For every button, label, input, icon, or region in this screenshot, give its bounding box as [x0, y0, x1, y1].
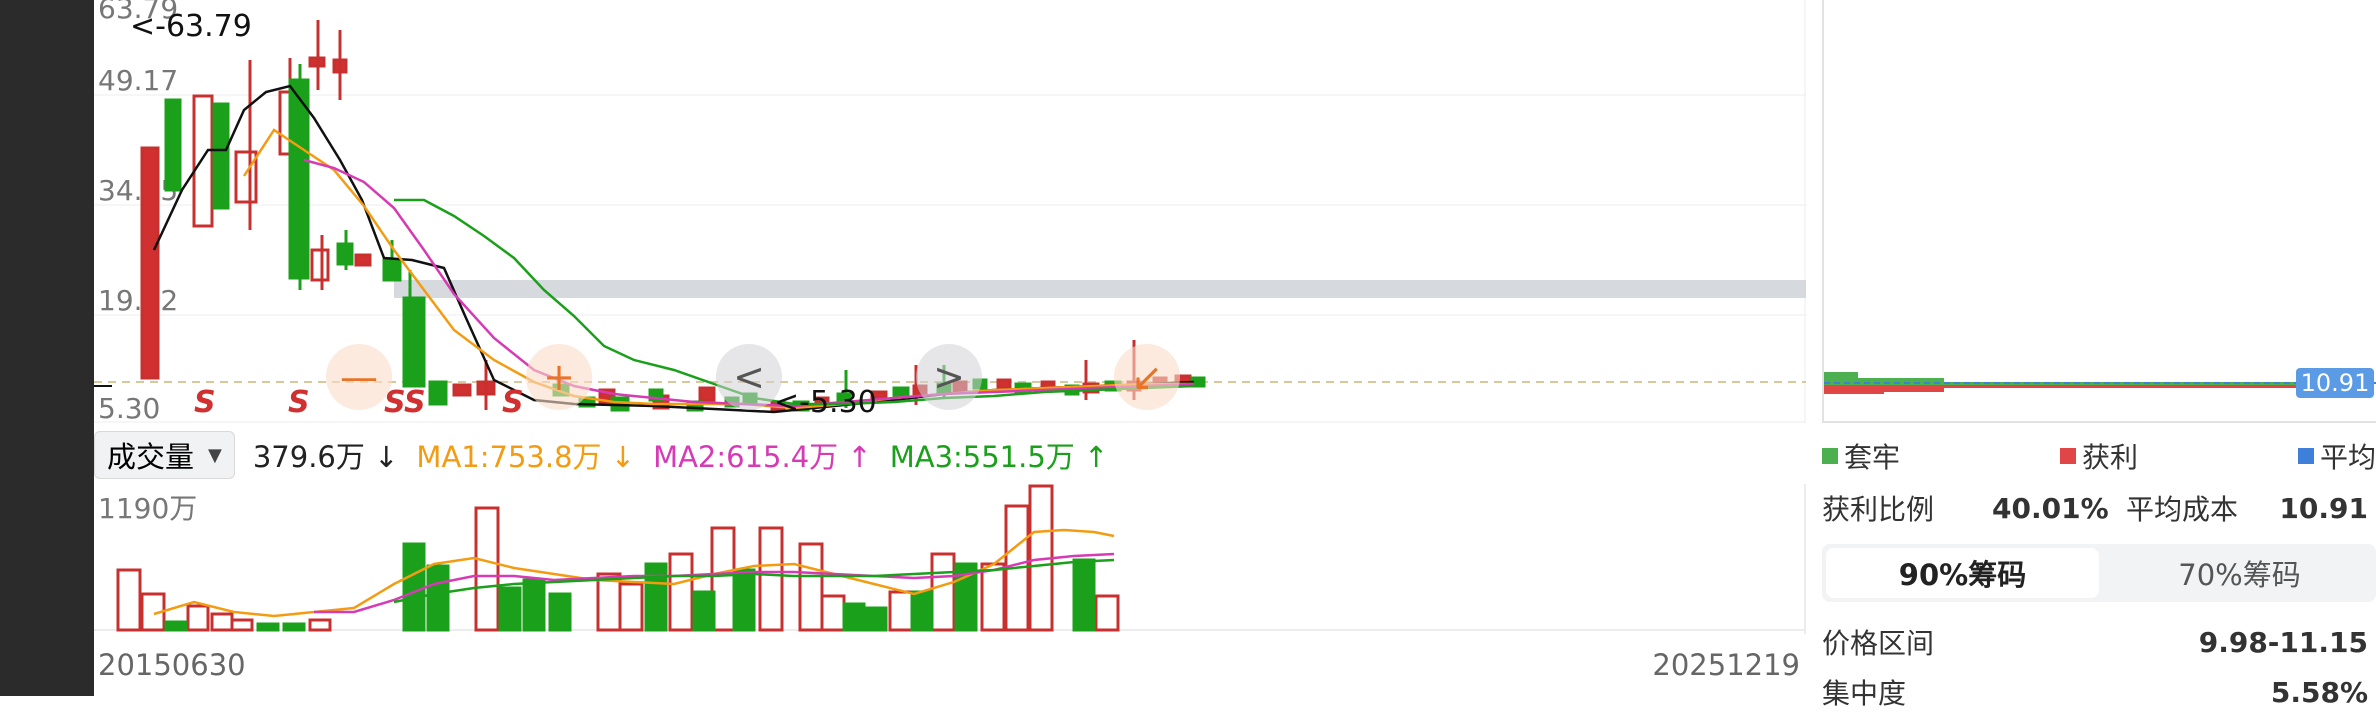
- average-swatch: [2297, 448, 2314, 464]
- price-range-value: 9.98-11.15: [2198, 625, 2368, 659]
- legend-profit: 获利: [2059, 436, 2138, 476]
- legend-profit-label: 获利: [2081, 441, 2138, 474]
- caret-down-icon: ▼: [208, 444, 222, 466]
- s-marker: S: [194, 385, 216, 420]
- volume-max-label: 1190万: [98, 492, 197, 525]
- chevron-left-icon: <: [733, 355, 765, 399]
- ma1-value: MA1:753.8万 ↓: [416, 440, 636, 474]
- profit-ratio-value: 40.01%: [1992, 491, 2109, 525]
- indicator-select-label: 成交量: [107, 440, 195, 474]
- trapped-swatch: [1822, 448, 1838, 464]
- volume-indicator-row: 成交量 ▼ 379.6万 ↓ MA1:753.8万 ↓ MA2:615.4万 ↑…: [94, 430, 1806, 480]
- chevron-right-icon: >: [933, 355, 965, 399]
- price-range-label: 价格区间: [1822, 627, 1935, 660]
- chip-distribution-panel: 10.91 套牢 获利 平均 获利比例 40.01% 平均成本 10.91 90…: [1806, 0, 2376, 710]
- y-label-2: 49.17: [98, 64, 178, 97]
- s-marker: S: [502, 385, 524, 420]
- tab-90-chip[interactable]: 90%筹码: [1826, 548, 2099, 598]
- start-date: 20150630: [98, 648, 246, 682]
- indicator-select[interactable]: 成交量 ▼: [94, 431, 235, 479]
- chip-chart[interactable]: 10.91: [1822, 0, 2376, 423]
- concentration-label: 集中度: [1822, 677, 1907, 710]
- high-annotation: <-63.79: [130, 9, 252, 44]
- s-marker: S: [404, 385, 426, 420]
- end-date: 20251219: [1652, 648, 1800, 682]
- left-side-bar: [0, 0, 94, 696]
- legend-trapped-label: 套牢: [1844, 441, 1901, 474]
- prev-button[interactable]: <: [716, 344, 782, 410]
- chip-tabs: 90%筹码 70%筹码: [1822, 544, 2376, 602]
- ma-line-black: [152, 84, 1195, 414]
- legend-average: 平均: [2297, 436, 2376, 476]
- kline-panel[interactable]: 63.79 49.17 34.55 19.92 5.30 <-63.79 <-5…: [94, 0, 1806, 696]
- avg-cost-value: 10.91: [2279, 491, 2368, 525]
- concentration-value: 5.58%: [2270, 675, 2368, 709]
- y-label-min: 5.30: [98, 392, 160, 423]
- ma-line-green: [394, 198, 1195, 406]
- volume-value: 379.6万 ↓: [252, 440, 399, 474]
- price-range-row: 价格区间 9.98-11.15: [1822, 622, 2376, 662]
- plus-icon: +: [543, 355, 575, 399]
- collapse-icon: ↙: [1131, 355, 1163, 399]
- ma3-value: MA3:551.5万 ↑: [889, 440, 1109, 474]
- concentration-row: 集中度 5.58%: [1822, 672, 2376, 712]
- minus-icon: —: [340, 355, 378, 399]
- low-annotation: <-5.30: [774, 385, 877, 420]
- ma2-value: MA2:615.4万 ↑: [653, 440, 872, 474]
- profit-ratio-row: 获利比例 40.01% 平均成本 10.91: [1822, 488, 2376, 528]
- tab-70-chip[interactable]: 70%筹码: [2103, 544, 2376, 602]
- zoom-out-button[interactable]: —: [326, 344, 392, 410]
- profit-swatch: [2059, 448, 2076, 464]
- volume-chart[interactable]: 1190万: [94, 484, 1806, 634]
- avg-cost-label: 平均成本: [2126, 493, 2239, 526]
- profit-ratio-label: 获利比例: [1822, 493, 1935, 526]
- chip-range-band: [394, 280, 1806, 298]
- legend-average-label: 平均: [2319, 441, 2376, 474]
- volume-bars: [116, 484, 1120, 632]
- legend-trapped: 套牢: [1822, 436, 1900, 476]
- s-marker: S: [288, 385, 310, 420]
- next-button[interactable]: >: [916, 344, 982, 410]
- y-label-4: 19.92: [98, 284, 178, 317]
- chip-legend: 套牢 获利 平均: [1822, 436, 2376, 476]
- candles: [140, 20, 1206, 412]
- collapse-button[interactable]: ↙: [1114, 344, 1180, 410]
- zoom-in-button[interactable]: +: [526, 344, 592, 410]
- price-tag: 10.91: [2301, 369, 2370, 397]
